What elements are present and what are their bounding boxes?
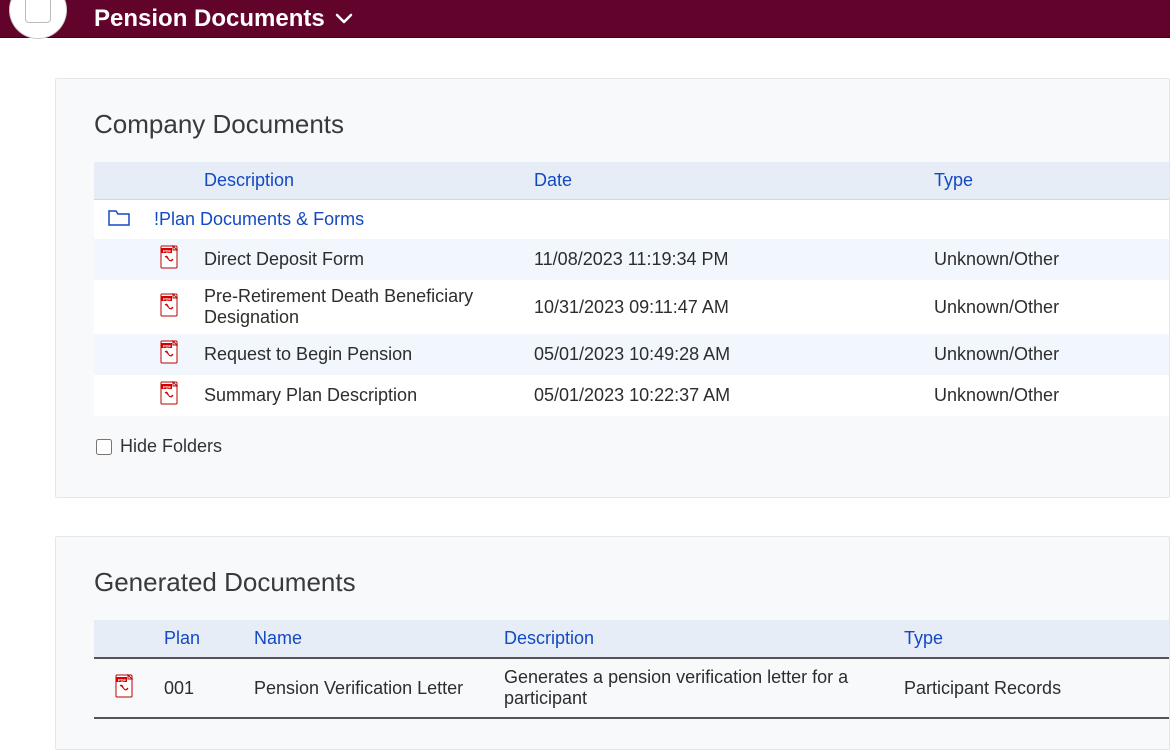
company-documents-card: Company Documents Description Date Type [55,78,1170,498]
col-type[interactable]: Type [894,620,1169,658]
generated-documents-card: Generated Documents Plan Name Descriptio… [55,536,1170,750]
cell-type: Unknown/Other [924,280,1169,334]
cell-date: 10/31/2023 09:11:47 AM [524,280,924,334]
document-icon [25,0,51,23]
pdf-icon [159,381,179,410]
avatar[interactable] [10,0,66,38]
cell-description: Request to Begin Pension [194,334,524,375]
pdf-icon [159,340,179,369]
table-row[interactable]: Direct Deposit Form 11/08/2023 11:19:34 … [94,239,1169,280]
cell-type: Unknown/Other [924,375,1169,416]
cell-plan: 001 [154,658,244,718]
folder-label: !Plan Documents & Forms [154,209,364,229]
page-title-dropdown[interactable]: Pension Documents [94,5,353,33]
pdf-icon [114,674,134,703]
col-description[interactable]: Description [194,162,524,200]
cell-description: Summary Plan Description [194,375,524,416]
cell-date: 05/01/2023 10:22:37 AM [524,375,924,416]
cell-type: Unknown/Other [924,334,1169,375]
chevron-down-icon [335,13,353,25]
pdf-icon [159,293,179,322]
hide-folders-checkbox[interactable]: Hide Folders [96,436,1169,457]
page-title: Pension Documents [94,5,325,33]
hide-folders-input[interactable] [96,439,112,455]
pdf-icon [159,245,179,274]
table-row[interactable]: 001 Pension Verification Letter Generate… [94,658,1169,718]
top-bar: Pension Documents [0,0,1170,38]
table-row[interactable]: Pre-Retirement Death Beneficiary Designa… [94,280,1169,334]
table-row[interactable]: Request to Begin Pension 05/01/2023 10:4… [94,334,1169,375]
col-description[interactable]: Description [494,620,894,658]
table-row[interactable]: Summary Plan Description 05/01/2023 10:2… [94,375,1169,416]
cell-description: Pre-Retirement Death Beneficiary Designa… [194,280,524,334]
company-documents-heading: Company Documents [94,109,1169,140]
col-name[interactable]: Name [244,620,494,658]
cell-name: Pension Verification Letter [244,658,494,718]
company-documents-table: Description Date Type !Plan Documents & … [94,162,1169,416]
folder-icon [107,206,131,233]
hide-folders-label: Hide Folders [120,436,222,457]
cell-date: 05/01/2023 10:49:28 AM [524,334,924,375]
cell-date: 11/08/2023 11:19:34 PM [524,239,924,280]
col-type[interactable]: Type [924,162,1169,200]
cell-type: Unknown/Other [924,239,1169,280]
cell-type: Participant Records [894,658,1169,718]
cell-description: Generates a pension verification letter … [494,658,894,718]
folder-row[interactable]: !Plan Documents & Forms [94,200,1169,240]
generated-documents-table: Plan Name Description Type 001 Pension V… [94,620,1169,719]
col-plan[interactable]: Plan [154,620,244,658]
generated-documents-heading: Generated Documents [94,567,1169,598]
cell-description: Direct Deposit Form [194,239,524,280]
col-date[interactable]: Date [524,162,924,200]
